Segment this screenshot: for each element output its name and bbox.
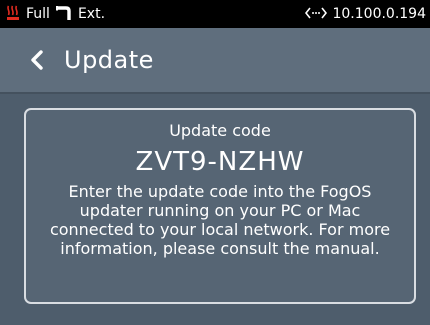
pipe-icon: [55, 5, 72, 24]
status-left: Full Ext.: [6, 5, 111, 24]
update-instructions: Enter the update code into the FogOS upd…: [49, 182, 391, 258]
status-bar: Full Ext. 10.100.0.194: [0, 0, 430, 28]
header: Update: [0, 28, 430, 92]
update-code-card: Update code ZVT9-NZHW Enter the update c…: [24, 108, 416, 304]
chevron-left-icon[interactable]: [30, 50, 44, 70]
page-title: Update: [64, 46, 154, 74]
update-code-value: ZVT9-NZHW: [135, 147, 305, 177]
content-area: Update code ZVT9-NZHW Enter the update c…: [0, 94, 430, 325]
ip-address: 10.100.0.194: [332, 6, 426, 22]
source-label: Ext.: [77, 6, 106, 22]
power-label: Full: [26, 6, 50, 22]
status-right: 10.100.0.194: [300, 7, 426, 22]
heater-icon: [6, 5, 20, 24]
network-arrows-icon: [305, 7, 328, 22]
update-code-label: Update code: [169, 121, 271, 140]
